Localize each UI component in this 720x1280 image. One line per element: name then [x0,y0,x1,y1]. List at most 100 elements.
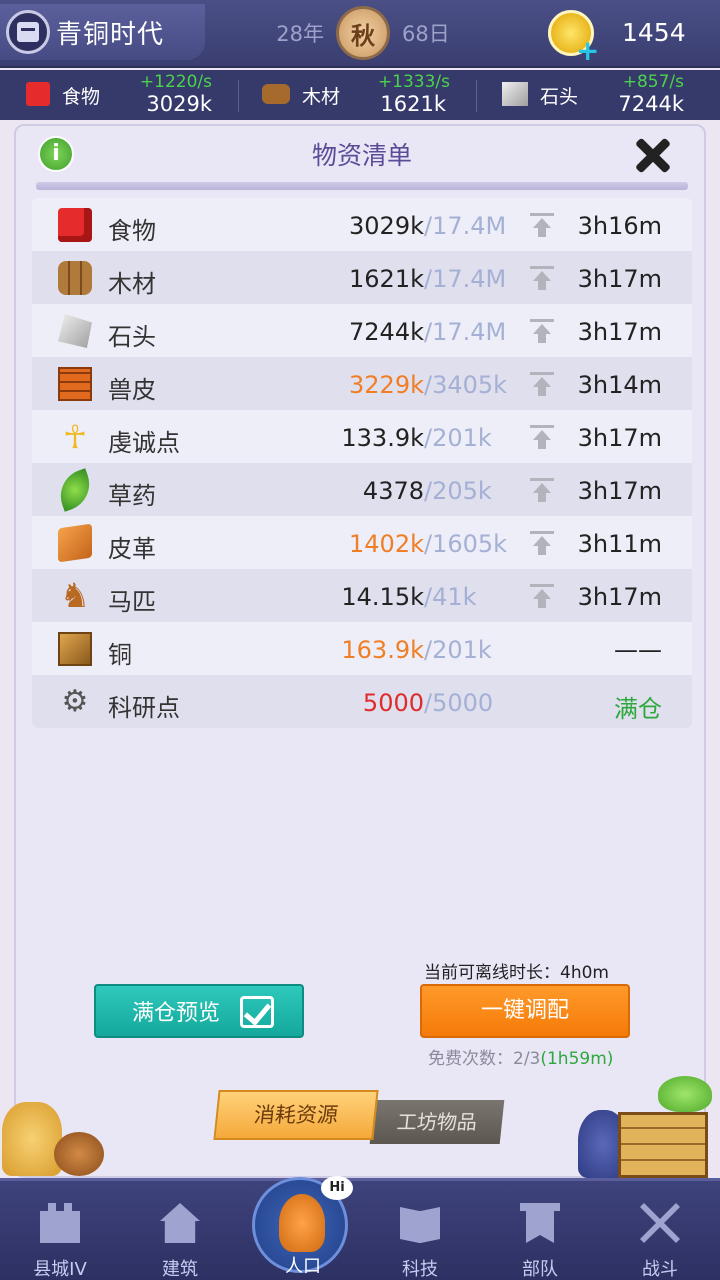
resource-capacity: /41k [424,583,477,611]
person-icon [279,1194,325,1252]
resource-rate: +1333/s [377,72,450,92]
nav-technology[interactable]: 科技 [360,1181,480,1280]
resource-bar: 食物 +1220/s 3029k 木材 +1333/s 1621k 石头 +85… [0,70,720,120]
nav-troops[interactable]: 部队 [480,1181,600,1280]
tab-consume-resources[interactable]: 消耗资源 [213,1090,379,1140]
fill-time: 3h14m [577,371,662,399]
resource-food[interactable]: 食物 +1220/s 3029k [22,70,222,120]
resource-name: 铜 [108,641,132,669]
resource-list-panel: i 物资清单 食物 3029k /17.4M 3h16m 木材 1621k /1… [2,124,712,1178]
upgrade-arrow-icon[interactable] [530,531,554,557]
upgrade-arrow-icon[interactable] [530,584,554,610]
close-icon[interactable] [630,132,676,178]
upgrade-arrow-icon[interactable] [530,266,554,292]
add-gold-icon[interactable]: + [576,34,599,67]
stone-icon [58,314,92,348]
copper-icon [58,632,92,666]
resource-amount: 4378 [362,477,424,505]
crate-icon [618,1112,708,1178]
upgrade-arrow-icon[interactable] [530,372,554,398]
food-icon [58,208,92,242]
offline-duration-label: 当前可离线时长：4h0m [424,963,609,983]
panel-title: 物资清单 [311,141,412,170]
nav-label: 科技 [402,1259,438,1280]
hide-icon [58,367,92,401]
era-icon [6,10,50,54]
resource-name: 石头 [540,86,579,108]
upgrade-arrow-icon[interactable] [530,213,554,239]
fill-time: 3h16m [577,212,662,240]
resource-capacity: /17.4M [424,212,507,240]
top-bar: 青铜时代 28年 秋 68日 + 1454 [0,0,720,68]
sack-icon [2,1102,62,1176]
resource-capacity: /3405k [424,371,508,399]
table-row: ☥ 虔诚点 133.9k /201k 3h17m [32,410,692,463]
nav-buildings[interactable]: 建筑 [120,1181,240,1280]
upgrade-arrow-icon[interactable] [530,478,554,504]
tab-workshop-items[interactable]: 工坊物品 [369,1100,505,1144]
food-icon [26,82,50,106]
resource-stone[interactable]: 石头 +857/s 7244k [500,70,700,120]
resource-name: 草药 [108,482,156,510]
nav-label: 部队 [522,1259,558,1280]
resource-name: 虔诚点 [108,429,180,457]
wood-icon [58,261,92,295]
fill-time: 3h17m [577,424,662,452]
table-row: 铜 163.9k /201k —— [32,622,692,675]
resource-name: 科研点 [108,694,180,722]
resource-amount: 1402k [349,530,424,558]
nav-battle[interactable]: 战斗 [600,1181,720,1280]
upgrade-arrow-icon[interactable] [530,425,554,451]
year-label: 28年 [276,22,324,46]
nav-county[interactable]: 县城IV [0,1181,120,1280]
table-row: 皮革 1402k /1605k 3h11m [32,516,692,569]
resource-capacity: /1605k [424,530,508,558]
free-count-text: 免费次数：2/3 [428,1049,541,1069]
swords-icon [640,1203,680,1243]
hi-badge: Hi [321,1176,353,1200]
auto-allocate-button[interactable]: 一键调配 [420,984,630,1038]
resource-amount: 3029k [349,212,424,240]
divider [476,80,477,112]
nav-population[interactable]: Hi 人口 [252,1176,353,1277]
leather-icon [58,523,92,563]
resource-amount: 5000 [362,689,424,717]
nav-label: 战斗 [642,1259,678,1280]
resource-name: 皮革 [108,535,156,563]
fill-time: 3h11m [577,530,662,558]
resource-amount: 133.9k [341,424,424,452]
stone-icon [502,82,528,106]
era-title: 青铜时代 [56,19,165,50]
resource-name: 石头 [108,323,156,351]
resource-value: 7244k [618,92,684,116]
fill-time: 3h17m [577,265,662,293]
full-preview-button[interactable]: 满仓预览 [94,984,304,1038]
era-badge[interactable]: 青铜时代 [0,4,205,60]
frog-icon [658,1076,712,1112]
resource-capacity: /205k [424,477,492,505]
season-icon[interactable]: 秋 [336,6,390,60]
divider [238,80,239,112]
resource-wood[interactable]: 木材 +1333/s 1621k [258,70,458,120]
resource-amount: 3229k [349,371,424,399]
checkbox-icon [240,996,274,1028]
resource-name: 木材 [108,270,156,298]
resource-amount: 1621k [349,265,424,293]
resource-value: 3029k [146,92,212,116]
free-count-timer: (1h59m) [540,1049,614,1069]
resource-amount: 163.9k [341,636,424,664]
table-row: ⚙ 科研点 5000 /5000 满仓 [32,675,692,728]
book-icon [400,1207,440,1243]
resource-amount: 14.15k [341,583,424,611]
table-row: 草药 4378 /205k 3h17m [32,463,692,516]
herb-icon [53,468,97,512]
gear-icon: ⚙ [61,684,89,719]
upgrade-arrow-icon[interactable] [530,319,554,345]
fill-time: 满仓 [614,695,662,723]
fill-time: —— [614,636,662,664]
day-label: 68日 [402,22,450,46]
nav-label: 县城IV [33,1259,87,1280]
resource-rate: +1220/s [139,72,212,92]
resource-amount: 7244k [349,318,424,346]
table-row: 兽皮 3229k /3405k 3h14m [32,357,692,410]
